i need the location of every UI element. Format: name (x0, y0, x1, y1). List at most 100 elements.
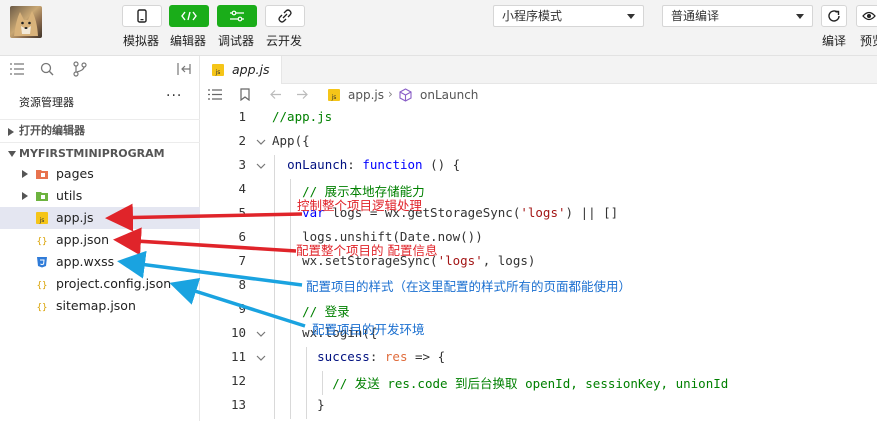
chevron-right-icon: › (388, 87, 393, 101)
svg-text:{}: {} (37, 281, 48, 290)
editor-button[interactable] (169, 5, 209, 27)
bookmark-icon[interactable] (240, 88, 250, 101)
svg-text:{}: {} (37, 237, 48, 246)
annotation-project-config: 配置项目的开发环境 (312, 322, 425, 337)
chevron-right-icon (8, 128, 14, 136)
tree-item-label: sitemap.json (56, 298, 136, 313)
code-line: App({ (272, 133, 310, 148)
folder-icon (36, 170, 48, 179)
breadcrumb-file[interactable]: app.js (348, 88, 384, 102)
json-file-icon: {} (37, 303, 48, 312)
phone-icon (137, 9, 147, 23)
debugger-label: 调试器 (218, 34, 255, 48)
open-editors-section[interactable]: 打开的编辑器 (0, 119, 200, 141)
svg-text:{}: {} (37, 303, 48, 312)
svg-text:js: js (39, 217, 45, 224)
more-actions-icon[interactable]: ··· (166, 88, 182, 104)
tree-item-label: app.wxss (56, 254, 115, 269)
tree-item-app-wxss[interactable]: app.wxss (0, 251, 200, 273)
line-number: 11 (230, 349, 246, 364)
project-section[interactable]: MYFIRSTMINIPROGRAM (0, 142, 200, 164)
method-cube-icon (399, 88, 412, 102)
line-number: 6 (238, 229, 246, 244)
project-label: MYFIRSTMINIPROGRAM (19, 147, 165, 160)
debugger-button[interactable] (217, 5, 257, 27)
line-number: 1 (238, 109, 246, 124)
line-number: 2 (238, 133, 246, 148)
preview-label: 预览 (860, 34, 877, 48)
code-line: //app.js (272, 109, 333, 124)
explorer-tabs (0, 56, 200, 84)
simulator-label: 模拟器 (123, 34, 160, 48)
editor-label: 编辑器 (170, 34, 207, 48)
fold-chevron-icon[interactable] (256, 331, 266, 337)
tree-item-label: app.json (56, 232, 110, 247)
line-number: 8 (238, 277, 246, 292)
sliders-icon (230, 10, 244, 22)
line-number: 9 (238, 301, 246, 316)
line-number: 5 (238, 205, 246, 220)
avatar[interactable] (10, 6, 42, 38)
explorer-panel: 资源管理器 ··· 打开的编辑器 MYFIRSTMINIPROGRAM page… (0, 56, 200, 421)
forward-arrow-icon[interactable] (296, 89, 308, 100)
chevron-right-icon (22, 170, 28, 178)
collapse-panel-icon[interactable] (177, 63, 191, 75)
tree-item-label: pages (56, 166, 94, 181)
js-file-icon: js (212, 64, 224, 76)
svg-text:js: js (215, 69, 221, 76)
code-line: success: res => { (317, 349, 446, 364)
tree-item-utils[interactable]: utils (0, 185, 200, 207)
preview-button[interactable] (856, 5, 877, 27)
chevron-down-icon (796, 14, 804, 19)
tree-item-app-js[interactable]: js app.js (0, 207, 200, 229)
chevron-right-icon (22, 192, 28, 200)
back-arrow-icon[interactable] (270, 89, 282, 100)
tree-item-pages[interactable]: pages (0, 163, 200, 185)
simulator-button[interactable] (122, 5, 162, 27)
source-control-icon[interactable] (73, 61, 87, 77)
json-file-icon: {} (37, 281, 48, 290)
chevron-down-icon (8, 151, 16, 157)
mode-select-value: 小程序模式 (502, 9, 563, 23)
breadcrumb-symbol[interactable]: onLaunch (420, 88, 478, 102)
compile-label: 编译 (822, 34, 847, 48)
js-file-icon: js (36, 212, 48, 224)
code-icon (181, 11, 197, 21)
compile-select-value: 普通编译 (671, 9, 720, 23)
code-line: } (272, 397, 325, 412)
line-number: 7 (238, 253, 246, 268)
fold-chevron-icon[interactable] (256, 355, 266, 361)
toolbar: 模拟器 编辑器 调试器 云开发 小程序模式 普通编译 编译 预览 (0, 0, 877, 56)
menu-icon[interactable] (208, 89, 222, 100)
css-file-icon (37, 257, 47, 268)
chevron-down-icon (627, 14, 635, 19)
tab-label: app.js (232, 62, 270, 77)
link-icon (278, 9, 292, 23)
tree-item-label: utils (56, 188, 83, 203)
mode-select[interactable]: 小程序模式 (493, 5, 644, 27)
fold-chevron-icon[interactable] (256, 163, 266, 169)
tree-item-app-json[interactable]: {} app.json (0, 229, 200, 251)
list-icon[interactable] (10, 63, 24, 75)
line-number: 13 (230, 397, 246, 412)
line-number: 12 (230, 373, 246, 388)
svg-text:js: js (331, 94, 337, 101)
tree-item-label: project.config.json (56, 276, 172, 291)
code-line: onLaunch: function () { (287, 157, 461, 172)
search-icon[interactable] (40, 62, 54, 76)
fold-chevron-icon[interactable] (256, 139, 266, 145)
explorer-title: 资源管理器 (19, 96, 74, 109)
breadcrumb: js app.js › onLaunch (200, 84, 877, 106)
cloud-label: 云开发 (266, 34, 303, 48)
code-line: // 发送 res.code 到后台换取 openId, sessionKey,… (332, 376, 729, 391)
cloud-button[interactable] (265, 5, 305, 27)
line-number: 3 (238, 157, 246, 172)
tab-app-js[interactable]: js app.js (200, 56, 282, 84)
compile-select[interactable]: 普通编译 (662, 5, 813, 27)
editor-tabbar: js app.js (200, 56, 877, 84)
tree-item-sitemap-json[interactable]: {} sitemap.json (0, 295, 200, 317)
eye-icon (862, 11, 876, 21)
folder-icon (36, 192, 48, 201)
tree-item-project-config-json[interactable]: {} project.config.json (0, 273, 200, 295)
compile-button[interactable] (821, 5, 847, 27)
